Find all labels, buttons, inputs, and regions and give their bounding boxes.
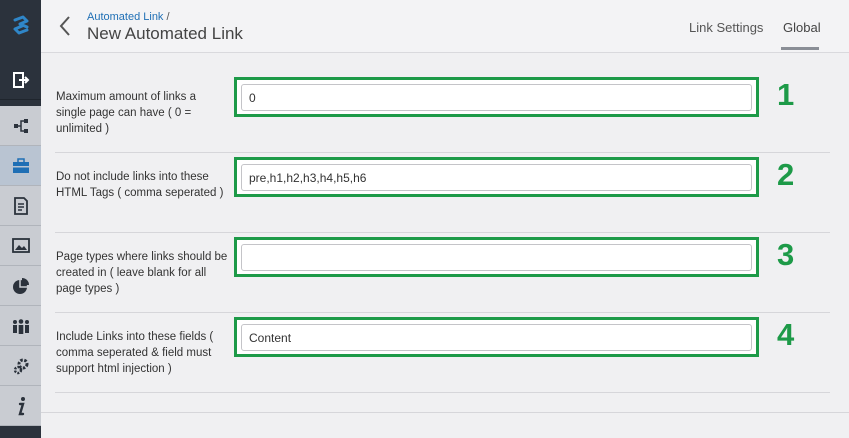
breadcrumb: Automated Link /: [87, 11, 170, 23]
sidebar-item-briefcase[interactable]: [0, 146, 41, 186]
settings-icon: [13, 358, 28, 374]
highlight-box: [234, 157, 759, 197]
sidebar-item-logout[interactable]: [0, 60, 41, 100]
breadcrumb-separator: /: [166, 11, 170, 23]
tab-link-settings[interactable]: Link Settings: [689, 20, 763, 35]
sidebar-item-sitemap[interactable]: [0, 106, 41, 146]
form-row-exclude-tags: Do not include links into these HTML Tag…: [55, 153, 830, 233]
field-label: Do not include links into these HTML Tag…: [56, 171, 224, 199]
sidebar-item-settings[interactable]: [0, 346, 41, 386]
page-header: Automated Link / New Automated Link Link …: [41, 0, 849, 53]
highlight-box: [234, 237, 759, 277]
sidebar: [0, 0, 41, 438]
active-tab-indicator: [781, 47, 819, 50]
field-label: Include Links into these fields ( comma …: [56, 331, 214, 375]
briefcase-icon: [12, 157, 29, 173]
document-icon: [13, 196, 28, 215]
page-title: New Automated Link: [87, 24, 243, 43]
field-label: Maximum amount of links a single page ca…: [56, 91, 196, 135]
sidebar-item-images[interactable]: [0, 226, 41, 266]
include-fields-input[interactable]: [241, 324, 752, 351]
sidebar-item-reports[interactable]: [0, 266, 41, 306]
form-row-include-fields: Include Links into these fields ( comma …: [55, 313, 830, 393]
sitemap-icon: [13, 118, 28, 133]
pie-chart-icon: [12, 277, 29, 294]
callout-number: 4: [777, 317, 795, 352]
highlight-box: [234, 317, 759, 357]
breadcrumb-link[interactable]: Automated Link: [87, 11, 163, 23]
form-row-page-types: Page types where links should be created…: [55, 233, 830, 313]
users-icon: [12, 318, 29, 334]
highlight-box: [234, 77, 759, 117]
form-row-max-links: Maximum amount of links a single page ca…: [55, 73, 830, 153]
image-icon: [11, 238, 30, 253]
field-label: Page types where links should be created…: [56, 251, 228, 295]
logout-icon: [12, 71, 29, 88]
callout-number: 3: [777, 237, 795, 272]
app-logo[interactable]: [0, 0, 41, 50]
back-arrow-icon[interactable]: [57, 14, 73, 38]
sidebar-item-info[interactable]: [0, 386, 41, 426]
sidebar-item-document[interactable]: [0, 186, 41, 226]
info-icon: [17, 396, 25, 415]
sidebar-item-users[interactable]: [0, 306, 41, 346]
logo-icon: [13, 15, 28, 35]
content-bottom-divider: [41, 412, 849, 413]
page-types-input[interactable]: [241, 244, 752, 271]
callout-number: 1: [777, 77, 795, 112]
exclude-tags-input[interactable]: [241, 164, 752, 191]
callout-number: 2: [777, 157, 795, 192]
tab-global[interactable]: Global: [783, 20, 821, 35]
max-links-input[interactable]: [241, 84, 752, 111]
